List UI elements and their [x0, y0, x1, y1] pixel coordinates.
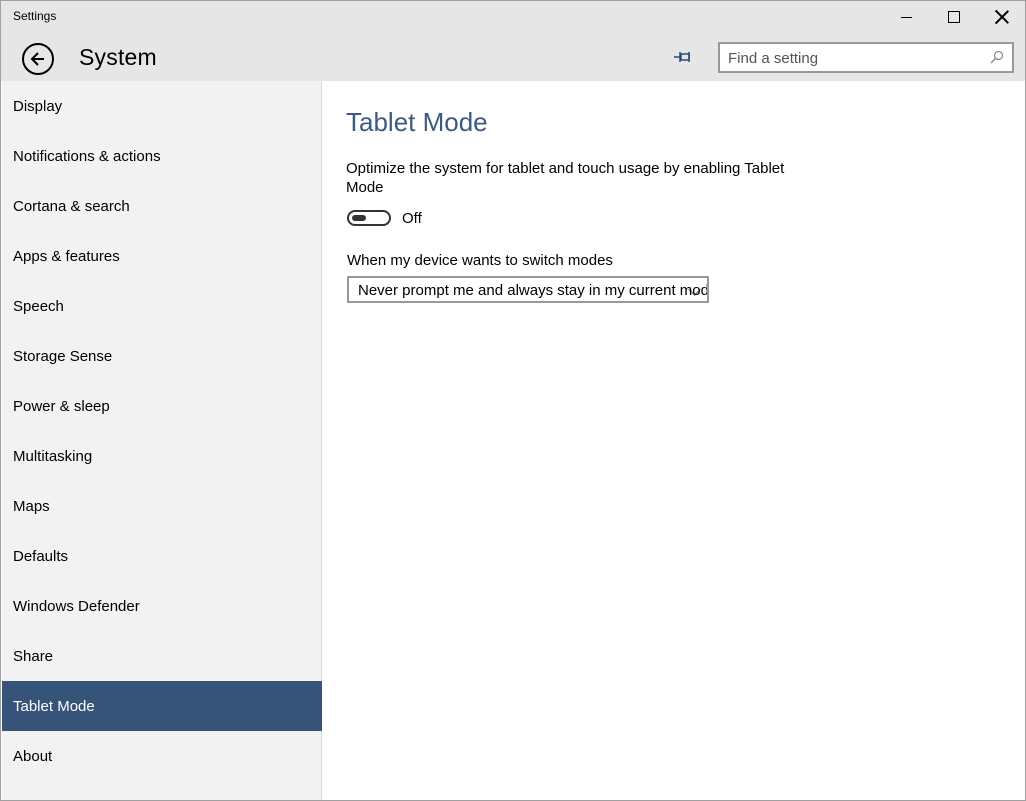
maximize-button[interactable] — [931, 1, 977, 33]
sidebar-item-label: Share — [13, 647, 54, 665]
sidebar-item-cortana-search[interactable]: Cortana & search — [2, 181, 322, 231]
pin-to-start-button[interactable] — [671, 45, 697, 69]
title-bar: Settings — [1, 1, 1025, 33]
sidebar-item-power-sleep[interactable]: Power & sleep — [2, 381, 322, 431]
tablet-mode-toggle[interactable] — [347, 210, 391, 226]
sidebar-item-label: Maps — [13, 497, 50, 515]
sidebar-nav: Display Notifications & actions Cortana … — [2, 81, 322, 800]
section-title: Tablet Mode — [346, 107, 488, 137]
sidebar-item-multitasking[interactable]: Multitasking — [2, 431, 322, 481]
toggle-knob — [352, 215, 366, 221]
sidebar-item-label: About — [13, 747, 53, 765]
back-arrow-icon — [30, 52, 44, 66]
sidebar-item-label: Multitasking — [13, 447, 93, 465]
sidebar-item-share[interactable]: Share — [2, 631, 322, 681]
sidebar-item-label: Defaults — [13, 547, 69, 565]
page-title: System — [79, 44, 157, 70]
switch-modes-label: When my device wants to switch modes — [347, 252, 613, 269]
sidebar-item-display[interactable]: Display — [2, 81, 322, 131]
sidebar-item-label: Speech — [13, 297, 64, 315]
sidebar-item-label: Display — [13, 97, 63, 115]
sidebar-item-speech[interactable]: Speech — [2, 281, 322, 331]
sidebar-item-label: Apps & features — [13, 247, 120, 265]
main-content: Tablet Mode Optimize the system for tabl… — [323, 81, 1025, 800]
sidebar-item-defaults[interactable]: Defaults — [2, 531, 322, 581]
sidebar-item-label: Notifications & actions — [13, 147, 161, 165]
sidebar-item-storage-sense[interactable]: Storage Sense — [2, 331, 322, 381]
search-box[interactable] — [718, 42, 1014, 73]
sidebar-item-tablet-mode[interactable]: Tablet Mode — [2, 681, 322, 731]
close-button[interactable] — [979, 1, 1025, 33]
sidebar-item-windows-defender[interactable]: Windows Defender — [2, 581, 322, 631]
sidebar-item-label: Cortana & search — [13, 197, 130, 215]
tablet-mode-description: Optimize the system for tablet and touch… — [346, 160, 785, 196]
settings-window: Settings System Find a setting Display N… — [0, 0, 1026, 801]
sidebar-item-about[interactable]: About — [2, 731, 322, 781]
sidebar-item-apps-features[interactable]: Apps & features — [2, 231, 322, 281]
window-title: Settings — [13, 9, 57, 23]
pin-icon — [674, 52, 690, 62]
sidebar-item-label: Storage Sense — [13, 347, 113, 365]
header: System — [1, 33, 1025, 81]
switch-modes-dropdown[interactable]: Never prompt me and always stay in my cu… — [347, 276, 709, 303]
sidebar-item-label: Windows Defender — [13, 597, 140, 615]
maximize-icon — [948, 11, 960, 23]
minimize-button[interactable] — [883, 1, 929, 33]
sidebar-item-label: Tablet Mode — [13, 697, 95, 715]
dropdown-selected-value: Never prompt me and always stay in my cu… — [358, 282, 709, 299]
sidebar-item-maps[interactable]: Maps — [2, 481, 322, 531]
minimize-icon — [900, 16, 912, 18]
toggle-state-label: Off — [402, 210, 422, 227]
sidebar-item-label: Power & sleep — [13, 397, 110, 415]
back-button[interactable] — [22, 43, 54, 75]
close-icon — [995, 10, 1009, 24]
sidebar-item-notifications-actions[interactable]: Notifications & actions — [2, 131, 322, 181]
search-icon[interactable] — [990, 50, 1004, 64]
search-input[interactable] — [728, 48, 978, 68]
